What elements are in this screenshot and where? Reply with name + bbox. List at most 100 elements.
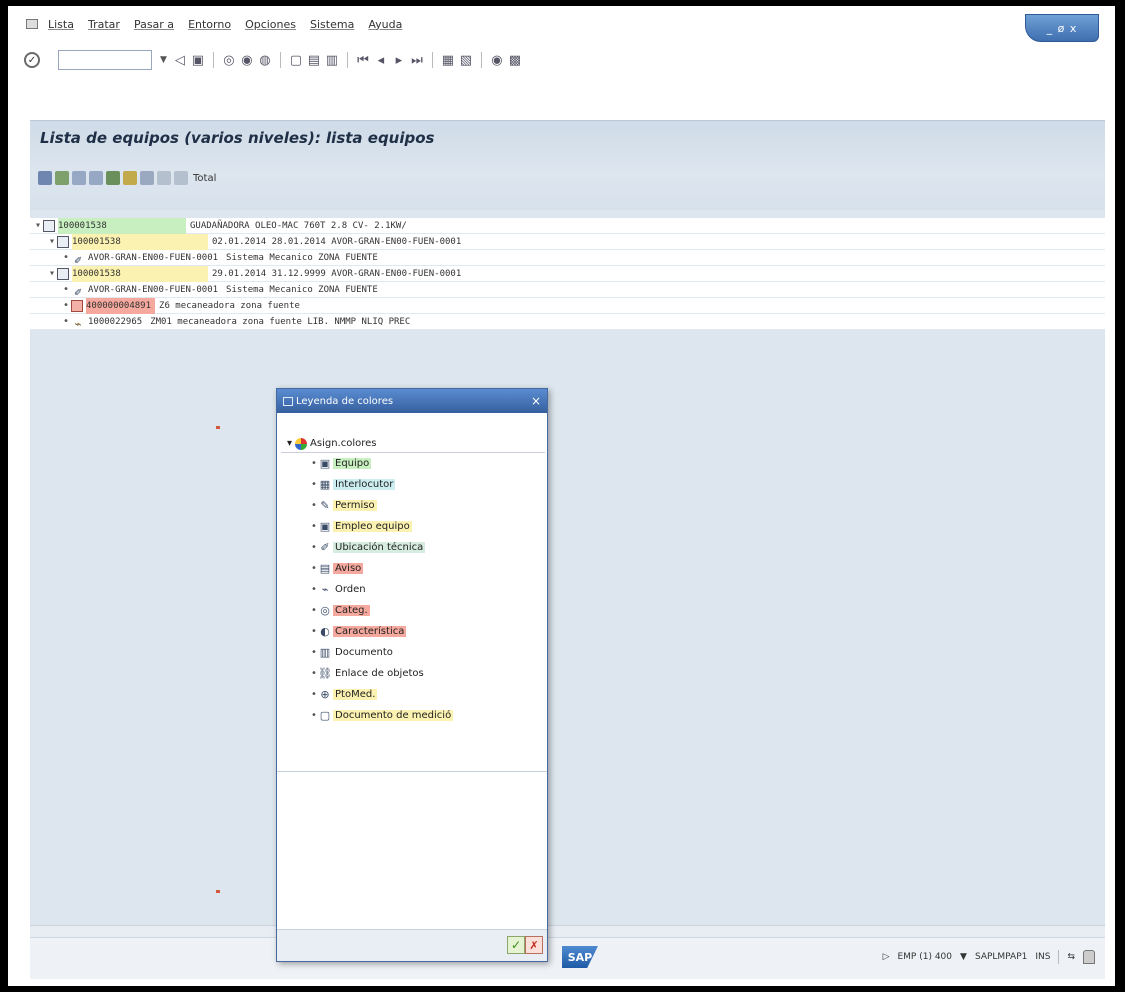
save-icon[interactable]: ▣ (191, 52, 205, 68)
expand-arrow-icon[interactable]: ▾ (287, 438, 292, 449)
filter-icon[interactable] (157, 171, 171, 185)
tree-bullet-icon[interactable]: ▾ (48, 266, 56, 282)
select-icon[interactable] (72, 171, 86, 185)
tree-row[interactable]: ▾ 100001538 GUADAÑADORA OLEO-MAC 760T 2.8 … (30, 217, 1105, 234)
equipment-tree: ▾ 100001538 GUADAÑADORA OLEO-MAC 760T 2.8 … (30, 217, 1105, 331)
tree-bullet-icon: • (311, 479, 317, 490)
menu-sistema[interactable]: Sistema (310, 18, 354, 31)
tree-row[interactable]: • ✐ AVOR-GRAN-EN00-FUEN-0001 Sistema Mecani… (30, 250, 1105, 267)
find-icon[interactable]: ▤ (307, 52, 321, 68)
layout-menu-icon[interactable]: ▩ (508, 52, 522, 68)
legend-item[interactable]: • ⊕ PtoMed. (281, 684, 545, 705)
node-id[interactable]: AVOR-GRAN-EN00-FUEN-0001 (88, 282, 222, 298)
measuring-point-icon: ⊕ (320, 688, 330, 701)
tree-bullet-icon[interactable]: ▾ (34, 218, 42, 234)
legend-label: Documento (335, 647, 393, 658)
tree-row[interactable]: • ⌁ 1000022965 ZM01 mecaneadora zona fuente… (30, 314, 1105, 331)
legend-item[interactable]: • ▣ Empleo equipo (281, 516, 545, 537)
menu-ayuda[interactable]: Ayuda (368, 18, 402, 31)
sort-icon[interactable] (140, 171, 154, 185)
system-dropdown-icon[interactable]: ▼ (960, 952, 967, 962)
functional-location-icon: ✐ (74, 252, 82, 267)
color-legend-dialog: Leyenda de colores × ▾ Asign.colores • ▣ E… (276, 388, 548, 962)
tree-row[interactable]: ▾ 100001538 29.01.2014 31.12.9999 AVOR-GRA… (30, 265, 1105, 282)
status-expand-icon[interactable]: ▷ (883, 952, 890, 962)
ok-button[interactable]: ✓ (507, 936, 525, 954)
exit-icon[interactable]: ◉ (240, 52, 254, 68)
find-next-icon[interactable]: ▥ (325, 52, 339, 68)
legend-label: Permiso (333, 500, 377, 511)
legend-label: Orden (335, 584, 366, 595)
back-arrow-icon[interactable]: ◁ (173, 52, 187, 68)
legend-label: Característica (333, 626, 407, 637)
node-text: Z6 mecaneadora zona fuente (159, 300, 300, 311)
standard-toolbar: ✓ ▼ ◁ ▣ ◎ ◉ ◍ ▢ ▤ ▥ ⏮ ◂ ▸ ⏭ ▦ ▧ ◉ ▩ (8, 44, 1115, 76)
legend-label: Categ. (333, 605, 370, 616)
previous-page-icon[interactable]: ◂ (374, 52, 388, 68)
cancel-button[interactable]: ✗ (525, 936, 543, 954)
total-button[interactable]: Total (193, 173, 216, 184)
tree-bullet-icon[interactable]: • (62, 314, 70, 330)
tree-bullet-icon: • (311, 626, 317, 637)
connection-icon: ⇆ (1067, 952, 1075, 962)
page-title: Lista de equipos (varios niveles): lista… (40, 129, 435, 147)
menu-entorno[interactable]: Entorno (188, 18, 231, 31)
dialog-button-bar: ✓ ✗ (277, 929, 547, 961)
list-area: ▾ 100001538 GUADAÑADORA OLEO-MAC 760T 2.8 … (30, 210, 1105, 925)
first-page-icon[interactable]: ⏮ (356, 52, 370, 68)
legend-item[interactable]: • ◐ Característica (281, 621, 545, 642)
details-icon[interactable] (55, 171, 69, 185)
legend-item[interactable]: • ▤ Aviso (281, 558, 545, 579)
legend-item[interactable]: • ⛓ Enlace de objetos (281, 663, 545, 684)
legend-item[interactable]: • ▣ Equipo (281, 453, 545, 474)
close-icon[interactable]: × (531, 394, 541, 408)
enter-icon[interactable]: ✓ (24, 52, 40, 68)
legend-item[interactable]: • ◎ Categ. (281, 600, 545, 621)
tree-row[interactable]: • ✐ AVOR-GRAN-EN00-FUEN-0001 Sistema Mecani… (30, 282, 1105, 299)
dialog-title-bar[interactable]: Leyenda de colores (277, 389, 547, 413)
tree-bullet-icon[interactable]: • (62, 282, 70, 298)
refresh-icon[interactable] (38, 171, 52, 185)
legend-item[interactable]: • ▥ Documento (281, 642, 545, 663)
menu-tratar[interactable]: Tratar (88, 18, 120, 31)
tree-bullet-icon[interactable]: • (62, 250, 70, 266)
legend-item[interactable]: • ⌁ Orden (281, 579, 545, 600)
node-id[interactable]: 1000022965 (88, 314, 146, 330)
menu-lista[interactable]: Lista (48, 18, 74, 31)
last-page-icon[interactable]: ⏭ (410, 52, 424, 68)
total-icon[interactable] (174, 171, 188, 185)
expand-icon[interactable] (106, 171, 120, 185)
help-icon[interactable]: ◉ (490, 52, 504, 68)
tree-bullet-icon[interactable]: ▾ (48, 234, 56, 250)
node-id[interactable]: 100001538 (72, 233, 208, 250)
node-id[interactable]: 100001538 (72, 265, 208, 282)
tree-row[interactable]: • 400000004891 Z6 mecaneadora zona fuente (30, 297, 1105, 314)
command-history-dropdown-icon[interactable]: ▼ (160, 55, 167, 65)
next-page-icon[interactable]: ▸ (392, 52, 406, 68)
legend-item[interactable]: • ▦ Interlocutor (281, 474, 545, 495)
legend-item[interactable]: • ✎ Permiso (281, 495, 545, 516)
notification-icon (71, 299, 83, 312)
shortcut-icon[interactable]: ▧ (459, 52, 473, 68)
legend-root[interactable]: ▾ Asign.colores (281, 435, 545, 453)
print-icon[interactable]: ▢ (289, 52, 303, 68)
toolbar-separator (480, 52, 482, 68)
node-id[interactable]: 400000004891 (86, 297, 156, 314)
command-field[interactable] (58, 50, 152, 70)
legend-item[interactable]: • ▢ Documento de medició (281, 705, 545, 726)
app-menu-icon[interactable] (26, 19, 38, 29)
input-mode[interactable]: INS (1035, 952, 1050, 962)
collapse-icon[interactable] (123, 171, 137, 185)
node-id[interactable]: 100001538 (58, 217, 186, 234)
legend-item[interactable]: • ✐ Ubicación técnica (281, 537, 545, 558)
node-id[interactable]: AVOR-GRAN-EN00-FUEN-0001 (88, 250, 222, 266)
tree-bullet-icon[interactable]: • (62, 298, 70, 314)
deselect-icon[interactable] (89, 171, 103, 185)
back-icon[interactable]: ◎ (222, 52, 236, 68)
cancel-icon[interactable]: ◍ (258, 52, 272, 68)
menu-opciones[interactable]: Opciones (245, 18, 296, 31)
legend-label: Empleo equipo (333, 521, 412, 532)
tree-row[interactable]: ▾ 100001538 02.01.2014 28.01.2014 AVOR-GRA… (30, 233, 1105, 250)
menu-pasar-a[interactable]: Pasar a (134, 18, 174, 31)
new-session-icon[interactable]: ▦ (441, 52, 455, 68)
